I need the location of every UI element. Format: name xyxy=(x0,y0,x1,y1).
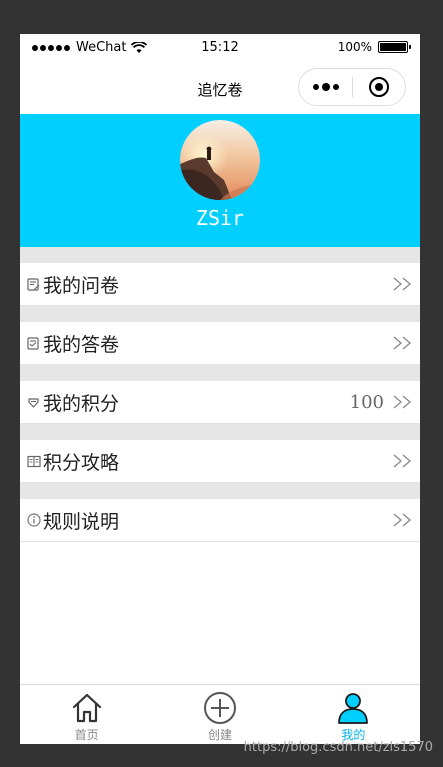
bottom-tab-bar: 首页 创建 我的 xyxy=(20,684,420,744)
more-dot-icon xyxy=(332,84,339,90)
target-icon xyxy=(368,77,389,97)
more-dot-icon xyxy=(312,84,319,90)
menu-list: 我的问卷 我的答卷 我的积分 100 积分攻略 规则说明 xyxy=(20,247,420,542)
phone-screen: WeChat 15:12 100% 追忆卷 ZSir 我的问卷 我的答卷 我的积… xyxy=(20,34,420,744)
menu-item-label: 规则说明 xyxy=(43,510,120,533)
menu-item-rules[interactable]: 规则说明 xyxy=(20,499,420,542)
section-divider xyxy=(20,247,420,263)
home-icon xyxy=(72,693,101,723)
section-divider xyxy=(20,424,420,440)
points-value: 100 xyxy=(349,391,384,413)
more-dot-icon xyxy=(321,83,330,91)
section-divider xyxy=(20,483,420,499)
avatar-image xyxy=(180,120,260,200)
add-circle-icon xyxy=(203,692,236,724)
username: ZSir xyxy=(195,206,245,230)
tab-label: 创建 xyxy=(207,728,232,742)
mini-program-capsule xyxy=(298,68,406,106)
menu-item-label: 我的答卷 xyxy=(43,333,120,356)
menu-item-label: 积分攻略 xyxy=(43,451,120,474)
double-chevron-right-icon xyxy=(393,513,411,527)
watermark-url: https://blog.csdn.net/zls1570 xyxy=(243,740,433,755)
tab-mine[interactable]: 我的 xyxy=(287,685,420,744)
menu-item-label: 我的问卷 xyxy=(43,274,120,297)
battery-icon xyxy=(378,41,411,53)
navigation-bar: 追忆卷 xyxy=(20,62,420,114)
double-chevron-right-icon xyxy=(393,395,411,409)
menu-item-label: 我的积分 xyxy=(43,392,120,415)
section-divider xyxy=(20,306,420,322)
close-mini-program-button[interactable] xyxy=(353,77,405,97)
section-divider xyxy=(20,365,420,381)
profile-header: ZSir xyxy=(20,114,420,247)
tab-label: 首页 xyxy=(74,728,99,742)
menu-item-my-surveys[interactable]: 我的问卷 xyxy=(20,263,420,306)
avatar[interactable] xyxy=(180,120,260,200)
menu-item-my-answers[interactable]: 我的答卷 xyxy=(20,322,420,365)
tab-home[interactable]: 首页 xyxy=(20,685,153,744)
profile-icon xyxy=(338,693,369,724)
double-chevron-right-icon xyxy=(393,336,411,350)
double-chevron-right-icon xyxy=(393,454,411,468)
answer-sheet-icon xyxy=(27,336,41,350)
status-bar: WeChat 15:12 100% xyxy=(20,34,420,62)
points-icon xyxy=(27,395,41,409)
menu-item-points-guide[interactable]: 积分攻略 xyxy=(20,440,420,483)
survey-icon xyxy=(27,277,41,291)
double-chevron-right-icon xyxy=(393,277,411,291)
info-icon xyxy=(27,513,41,527)
tab-create[interactable]: 创建 xyxy=(153,685,286,744)
battery-area: 100% xyxy=(337,40,411,54)
more-options-button[interactable] xyxy=(299,83,352,91)
menu-item-my-points[interactable]: 我的积分 100 xyxy=(20,381,420,424)
battery-percent: 100% xyxy=(337,40,372,54)
guide-book-icon xyxy=(27,454,41,468)
